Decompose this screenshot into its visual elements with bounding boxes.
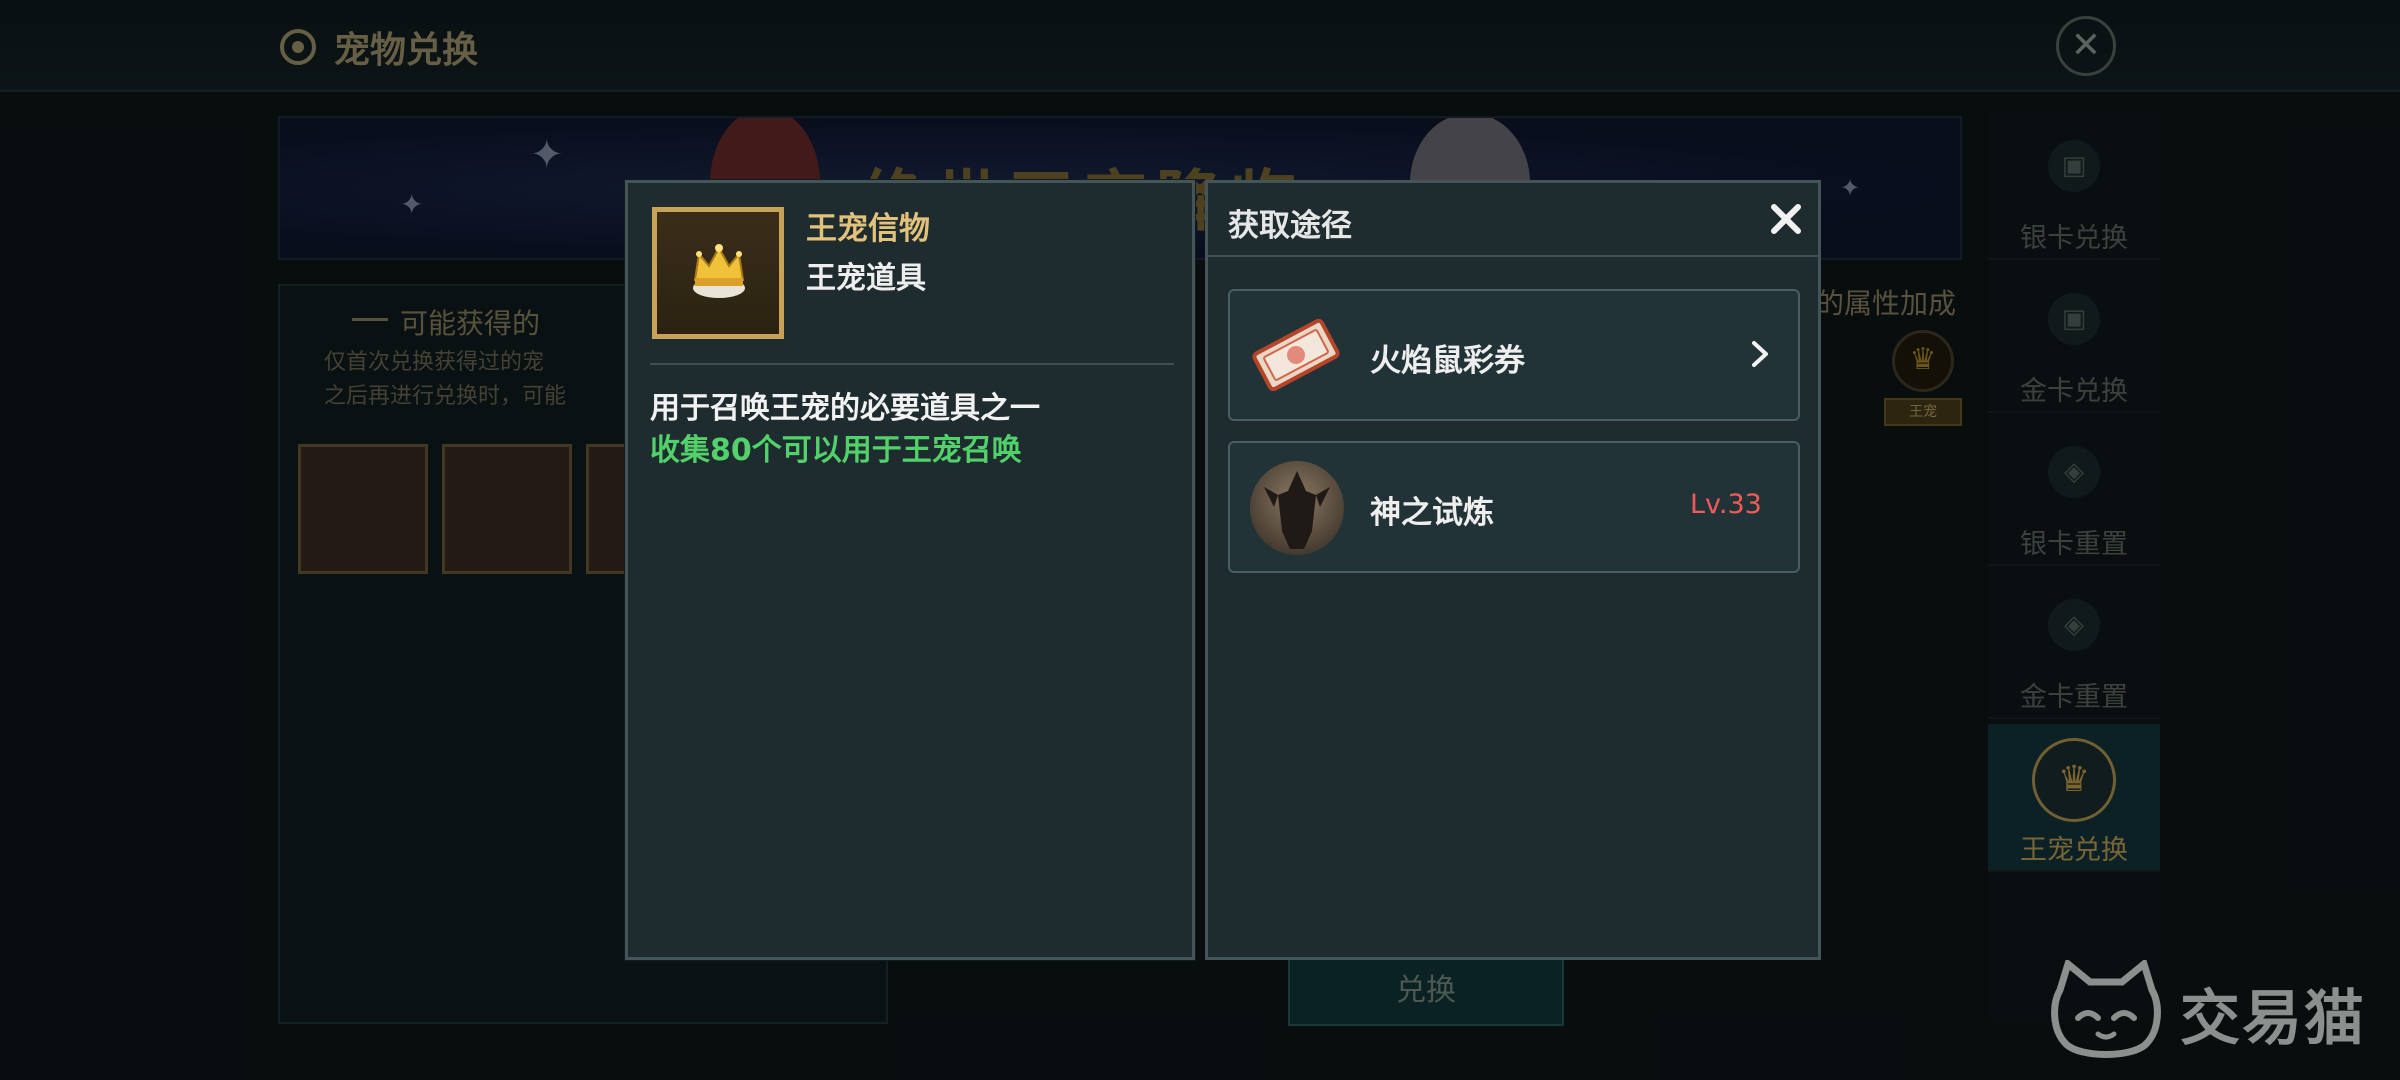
item-type: 王宠道具 [806, 261, 926, 296]
source-dialog: 获取途径 火焰鼠彩券 神之试炼 Lv.33 [1205, 180, 1821, 960]
divider [650, 363, 1174, 365]
source-row-label: 神之试炼 [1370, 495, 1494, 531]
source-row-label: 火焰鼠彩券 [1370, 343, 1525, 379]
source-header: 获取途径 [1208, 183, 1818, 257]
item-name: 王宠信物 [806, 211, 930, 247]
level-requirement: Lv.33 [1690, 489, 1762, 520]
source-row-trial[interactable]: 神之试炼 Lv.33 [1228, 441, 1800, 573]
crown-icon [693, 244, 745, 298]
item-icon-frame [652, 207, 784, 339]
close-icon[interactable] [1766, 199, 1806, 239]
modal-backdrop[interactable] [0, 0, 2400, 1080]
source-title: 获取途径 [1228, 208, 1352, 244]
trial-icon [1250, 461, 1344, 555]
watermark: 交易猫 [2048, 960, 2378, 1060]
cat-logo-icon [2051, 960, 2161, 1058]
ticket-icon [1252, 318, 1340, 392]
item-collect-hint: 收集80个可以用于王宠召唤 [650, 433, 1022, 468]
item-description: 用于召唤王宠的必要道具之一 [650, 391, 1040, 426]
source-row-ticket[interactable]: 火焰鼠彩券 [1228, 289, 1800, 421]
chevron-right-icon [1752, 341, 1768, 367]
watermark-text: 交易猫 [2180, 984, 2366, 1054]
item-info-dialog: 王宠信物 王宠道具 用于召唤王宠的必要道具之一 收集80个可以用于王宠召唤 [625, 180, 1195, 960]
